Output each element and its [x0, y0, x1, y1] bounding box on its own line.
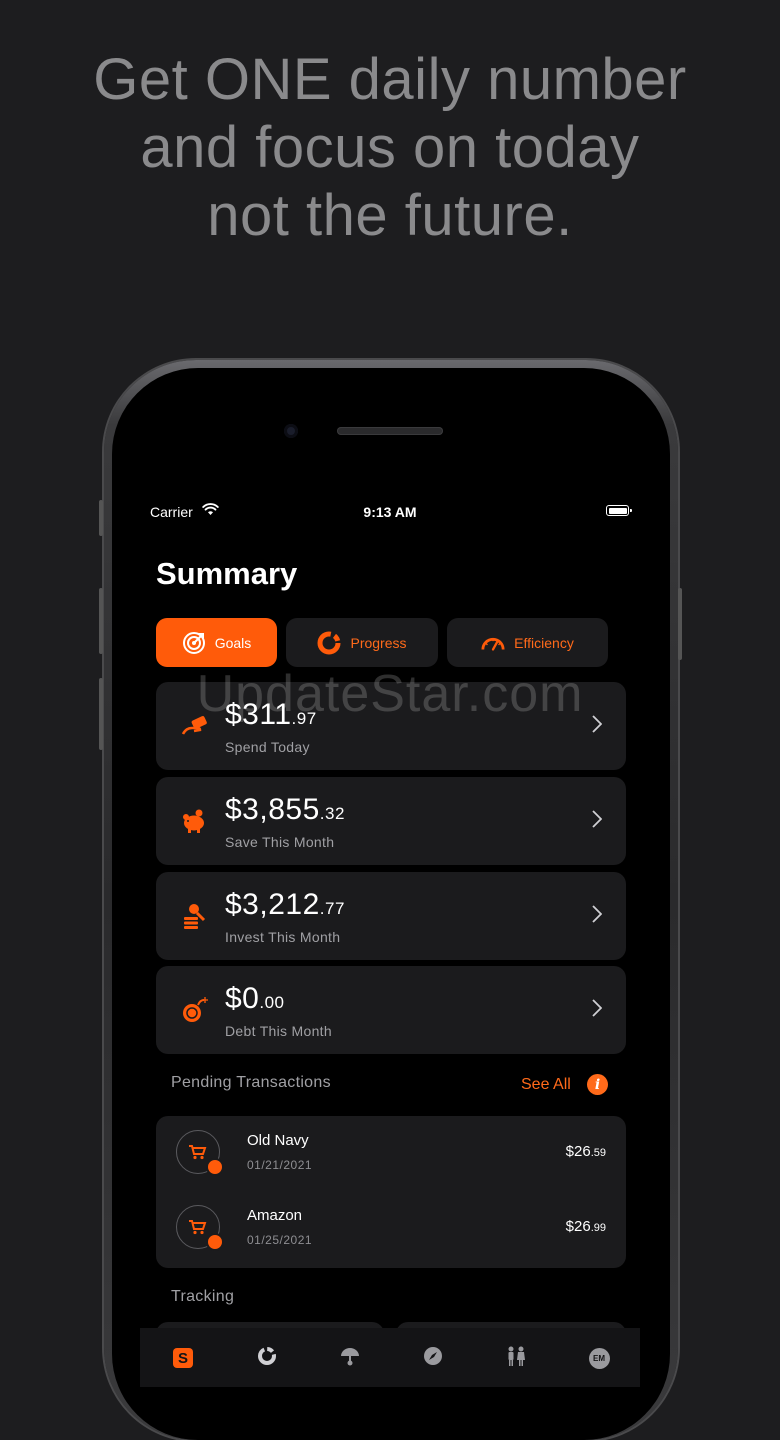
- headline-line-1: Get ONE daily number: [93, 47, 687, 112]
- transaction-date: 01/25/2021: [247, 1233, 313, 1247]
- transaction-cents: .59: [590, 1147, 606, 1159]
- chevron-right-icon: [592, 905, 603, 928]
- invest-month-dollars: $3,212: [225, 888, 320, 921]
- chevron-right-icon: [592, 810, 603, 833]
- compass-icon: [423, 1346, 443, 1371]
- chevron-right-icon: [592, 999, 603, 1022]
- gauge-icon: [481, 631, 505, 655]
- shopping-cart-icon: [189, 1144, 207, 1165]
- save-month-label: Save This Month: [225, 834, 335, 850]
- tab-progress-label: Progress: [350, 634, 407, 651]
- debt-bomb-icon: [206, 1158, 224, 1176]
- progress-ring-icon: [317, 631, 341, 655]
- save-month-cents: .32: [319, 804, 345, 823]
- debt-bomb-icon: [206, 1233, 224, 1251]
- tracking-title: Tracking: [171, 1288, 235, 1305]
- pending-transactions-list: Old Navy 01/21/2021 $26.59 Amazon 01/25/…: [156, 1116, 626, 1268]
- save-month-dollars: $3,855: [225, 793, 320, 826]
- target-icon: [182, 631, 206, 655]
- transaction-row[interactable]: Amazon 01/25/2021 $26.99: [156, 1203, 626, 1263]
- transaction-cents: .99: [590, 1222, 606, 1234]
- invest-month-amount: $3,212.77: [225, 888, 345, 922]
- headline-line-2: and focus on today: [140, 115, 640, 180]
- transaction-row[interactable]: Old Navy 01/21/2021 $26.59: [156, 1128, 626, 1188]
- tab-goals[interactable]: Goals: [156, 618, 277, 667]
- progress-ring-icon: [257, 1346, 277, 1371]
- tab-bar-summary[interactable]: S: [171, 1346, 195, 1370]
- transaction-merchant: Amazon: [247, 1207, 303, 1224]
- front-camera: [284, 424, 298, 438]
- spend-today-label: Spend Today: [225, 739, 310, 755]
- shopping-cart-icon: [189, 1219, 207, 1240]
- merchant-avatar: [176, 1130, 224, 1176]
- merchant-avatar: [176, 1205, 224, 1251]
- volume-up-button: [99, 588, 103, 654]
- tab-bar-people[interactable]: [504, 1346, 528, 1370]
- earpiece-speaker: [337, 427, 443, 435]
- segment-tabs: Goals Progress Efficiency: [156, 618, 608, 668]
- tab-goals-label: Goals: [214, 634, 252, 651]
- save-month-amount: $3,855.32: [225, 793, 345, 827]
- power-button: [678, 588, 682, 660]
- debt-month-card[interactable]: $0.00 Debt This Month: [156, 966, 626, 1054]
- debt-month-dollars: $0: [225, 982, 260, 1015]
- mute-switch: [99, 500, 103, 536]
- tab-bar-explore[interactable]: [421, 1346, 445, 1370]
- transaction-merchant: Old Navy: [247, 1132, 309, 1149]
- invest-month-card[interactable]: $3,212.77 Invest This Month: [156, 872, 626, 960]
- tab-efficiency[interactable]: Efficiency: [447, 618, 608, 667]
- see-all-link[interactable]: See All: [521, 1076, 571, 1094]
- tab-bar-progress[interactable]: [255, 1346, 279, 1370]
- status-bar: Carrier 9:13 AM: [140, 490, 640, 534]
- bottom-tab-bar: S EM: [140, 1328, 640, 1387]
- app-screen: Carrier 9:13 AM Summary Goals Progress E…: [140, 490, 640, 1387]
- headline: Get ONE daily number and focus on today …: [0, 46, 780, 250]
- umbrella-icon: [340, 1346, 360, 1371]
- debt-bomb-icon: [180, 996, 210, 1026]
- page-title: Summary: [156, 556, 298, 591]
- info-icon[interactable]: i: [587, 1074, 608, 1095]
- summary-s-icon: S: [173, 1348, 193, 1368]
- battery-icon: [606, 505, 632, 516]
- clock: 9:13 AM: [363, 504, 417, 520]
- people-icon: [505, 1345, 527, 1372]
- transaction-amount: $26.59: [566, 1143, 606, 1160]
- headline-line-3: not the future.: [207, 183, 573, 248]
- transaction-dollars: $26: [565, 1218, 591, 1235]
- debt-month-cents: .00: [259, 993, 285, 1012]
- tab-progress[interactable]: Progress: [286, 618, 438, 667]
- transaction-dollars: $26: [565, 1143, 591, 1160]
- invest-coins-icon: [180, 902, 210, 932]
- transaction-amount: $26.99: [566, 1218, 606, 1235]
- invest-month-cents: .77: [319, 899, 345, 918]
- em-badge-icon: EM: [588, 1347, 610, 1369]
- piggy-bank-icon: [180, 807, 210, 837]
- tab-bar-em[interactable]: EM: [587, 1346, 611, 1370]
- tab-efficiency-label: Efficiency: [514, 634, 574, 651]
- debt-month-label: Debt This Month: [225, 1023, 332, 1039]
- invest-month-label: Invest This Month: [225, 929, 341, 945]
- save-month-card[interactable]: $3,855.32 Save This Month: [156, 777, 626, 865]
- transaction-date: 01/21/2021: [247, 1158, 313, 1172]
- tab-bar-protection[interactable]: [338, 1346, 362, 1370]
- watermark: UpdateStar.com: [196, 665, 584, 723]
- pending-transactions-title: Pending Transactions: [171, 1074, 331, 1091]
- debt-month-amount: $0.00: [225, 982, 285, 1016]
